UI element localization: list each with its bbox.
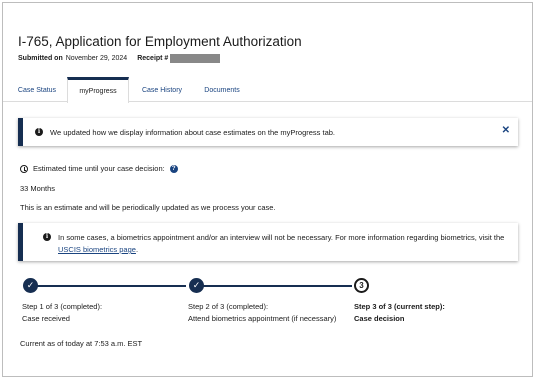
receipt-label: Receipt # (137, 55, 169, 62)
check-icon: ✓ (189, 278, 204, 293)
step-2-label: Step 2 of 3 (completed): Attend biometri… (188, 301, 336, 325)
close-icon[interactable]: ✕ (502, 125, 510, 136)
biometrics-alert-suffix: . (135, 245, 139, 254)
step-3-name: Case decision (354, 314, 405, 323)
step-2-name: Attend biometrics appointment (if necess… (188, 314, 337, 323)
estimate-label: Estimated time until your case decision: (33, 164, 165, 173)
tab-case-history[interactable]: Case History (138, 77, 186, 102)
tab-documents[interactable]: Documents (200, 77, 244, 102)
submitted-label: Submitted on (18, 55, 63, 62)
biometrics-alert-message: In some cases, a biometrics appointment … (58, 232, 513, 256)
clock-icon (20, 164, 28, 173)
step-1-name: Case received (22, 314, 70, 323)
step-1-status: Step 1 of 3 (completed): (22, 302, 103, 311)
estimate-value: 33 Months (20, 184, 56, 193)
step-1-label: Step 1 of 3 (completed): Case received (22, 301, 102, 325)
help-icon[interactable]: ? (169, 164, 178, 173)
info-icon: i (43, 233, 51, 241)
step-3-number: 3 (354, 278, 369, 293)
progress-connector (37, 285, 186, 287)
biometrics-alert: i In some cases, a biometrics appointmen… (18, 223, 518, 261)
update-alert: i We updated how we display information … (18, 118, 518, 146)
step-3-status: Step 3 of 3 (current step): (354, 302, 445, 311)
case-status-panel: I-765, Application for Employment Author… (2, 2, 533, 377)
progress-connector (203, 285, 352, 287)
step-2-status: Step 2 of 3 (completed): (188, 302, 269, 311)
current-as-timestamp: Current as of today at 7:53 a.m. EST (20, 339, 143, 348)
submitted-date: November 29, 2024 (65, 55, 128, 62)
estimate-note: This is an estimate and will be periodic… (20, 203, 276, 212)
biometrics-alert-text: In some cases, a biometrics appointment … (58, 233, 505, 242)
tab-myprogress[interactable]: myProgress (67, 77, 129, 103)
case-meta: Submitted on November 29, 2024 Receipt # (18, 54, 221, 63)
tab-bar: Case Status myProgress Case History Docu… (3, 77, 532, 103)
step-3-label: Step 3 of 3 (current step): Case decisio… (354, 301, 445, 325)
update-alert-message: We updated how we display information ab… (50, 128, 336, 137)
biometrics-page-link[interactable]: USCIS biometrics page (58, 245, 136, 254)
info-icon: i (35, 128, 43, 136)
tab-case-status[interactable]: Case Status (17, 77, 57, 102)
page-title: I-765, Application for Employment Author… (18, 34, 302, 49)
check-icon: ✓ (23, 278, 38, 293)
estimate-heading: Estimated time until your case decision:… (20, 164, 178, 173)
receipt-number-redacted (170, 54, 221, 63)
